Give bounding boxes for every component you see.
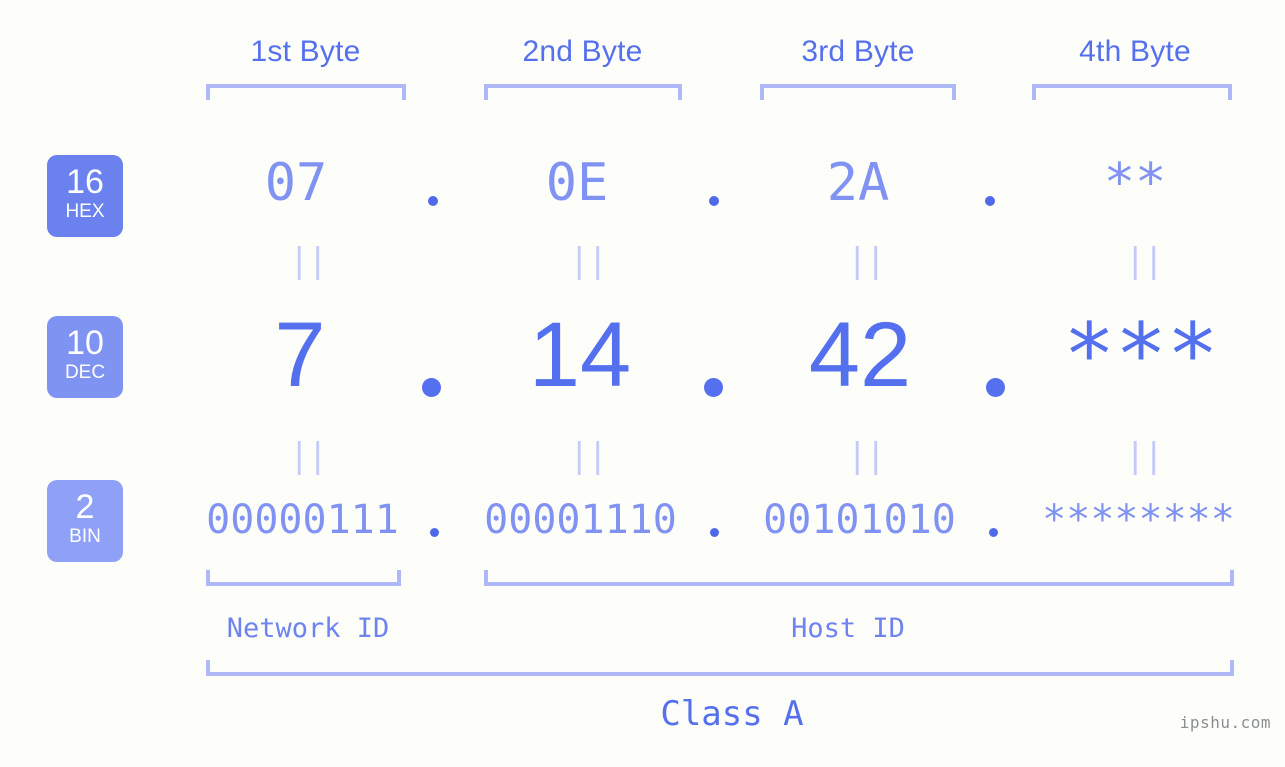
equality-mark-2-4: || [1125,436,1164,476]
hex-byte-4: ** [1103,153,1167,213]
equality-mark-1-3: || [847,241,886,281]
bin-separator-dot-3 [989,528,998,537]
hex-byte-3: 2A [826,153,890,213]
radix-badge-dec-number: 10 [66,324,104,362]
equality-mark-1-2: || [569,241,608,281]
radix-badge-bin-number: 2 [75,488,95,526]
bin-byte-3: 00101010 [763,497,956,543]
radix-badge-bin-word: BIN [69,526,101,547]
hex-byte-1: 07 [264,153,328,213]
dec-byte-4: *** [1063,305,1219,405]
byte-bracket-4 [1032,84,1232,100]
network-id-bracket [206,570,401,586]
host-id-label: Host ID [791,613,905,644]
radix-badge-bin: 2 BIN [47,480,123,562]
dec-separator-dot-1 [422,378,441,397]
hex-separator-dot-2 [709,196,719,206]
dec-separator-dot-2 [704,378,723,397]
site-watermark: ipshu.com [1179,713,1271,732]
ip-address-breakdown-diagram: 1st Byte 2nd Byte 3rd Byte 4th Byte 16 H… [0,0,1285,767]
byte-header-label-3: 3rd Byte [801,35,915,68]
dec-byte-1: 7 [274,304,326,406]
radix-badge-hex-number: 16 [66,163,104,201]
radix-badge-dec-word: DEC [64,362,106,383]
dec-byte-3: 42 [808,304,912,406]
class-bracket [206,660,1234,676]
equality-mark-2-1: || [289,436,328,476]
dec-byte-2: 14 [528,304,632,406]
radix-badge-dec: 10 DEC [47,316,123,398]
equality-mark-2-2: || [569,436,608,476]
hex-separator-dot-1 [428,196,438,206]
equality-mark-1-1: || [289,241,328,281]
byte-header-label-4: 4th Byte [1079,35,1191,68]
byte-bracket-2 [484,84,682,100]
host-id-bracket [484,570,1234,586]
bin-separator-dot-2 [710,528,719,537]
bin-byte-4: ******** [1042,497,1235,543]
byte-bracket-3 [760,84,956,100]
hex-byte-2: 0E [545,153,609,213]
radix-badge-hex: 16 HEX [47,155,123,237]
equality-mark-2-3: || [847,436,886,476]
byte-header-label-2: 2nd Byte [522,35,643,68]
radix-badge-hex-word: HEX [65,201,105,222]
bin-byte-1: 00000111 [206,497,399,543]
byte-header-label-1: 1st Byte [250,35,361,68]
bin-byte-2: 00001110 [484,497,677,543]
dec-separator-dot-3 [986,378,1005,397]
bin-separator-dot-1 [430,528,439,537]
class-label: Class A [660,694,804,734]
network-id-label: Network ID [226,613,390,644]
equality-mark-1-4: || [1125,241,1164,281]
byte-bracket-1 [206,84,406,100]
hex-separator-dot-3 [985,196,995,206]
